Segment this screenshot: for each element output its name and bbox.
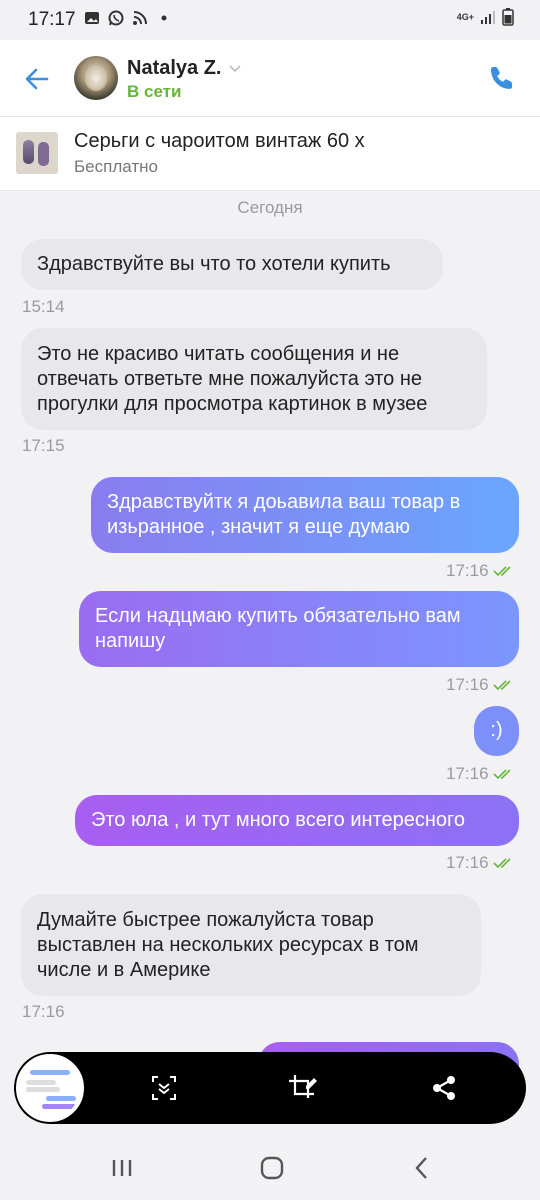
message-time: 15:14 (22, 297, 65, 316)
message-time: 17:16 (446, 675, 489, 694)
message-bubble-incoming[interactable]: Здравствуйте вы что то хотели купить (21, 239, 443, 290)
message-bubble-outgoing[interactable]: :) (474, 706, 519, 756)
message-text: Это не красиво читать сообщения и не отв… (37, 343, 428, 415)
message-bubble-incoming[interactable]: Думайте быстрее пожалуйста товар выставл… (21, 894, 481, 996)
message-text: Это юла , и тут много всего интересного (91, 809, 466, 831)
message-time-row: 17:16 (446, 675, 513, 695)
status-time: 17:17 (28, 9, 76, 30)
message-bubble-outgoing[interactable]: Если надцмаю купить обязательно вам напи… (79, 591, 519, 667)
message-bubble-incoming[interactable]: Это не красиво читать сообщения и не отв… (21, 328, 487, 430)
message-time: 17:16 (446, 853, 489, 872)
avatar[interactable] (74, 56, 118, 100)
message-time: 17:16 (446, 764, 489, 783)
screenshot-toolbar (14, 1052, 526, 1124)
back-nav-icon[interactable] (408, 1154, 436, 1182)
message-time: 17:16 (22, 1002, 65, 1021)
rss-icon (133, 11, 147, 25)
crop-edit-icon[interactable] (286, 1072, 318, 1104)
scroll-capture-icon[interactable] (148, 1072, 180, 1104)
message-time-row: 17:16 (446, 853, 513, 873)
share-icon[interactable] (428, 1072, 460, 1104)
message-time: 17:15 (22, 436, 65, 455)
message-text: Здравствуйте вы что то хотели купить (37, 253, 391, 275)
message-time: 17:16 (446, 561, 489, 580)
back-arrow-icon[interactable] (22, 64, 52, 94)
message-time-row: 17:16 (446, 764, 513, 784)
status-right-icons: 4G+ (457, 8, 514, 26)
network-label: 4G+ (456, 11, 474, 22)
product-thumbnail[interactable] (16, 132, 58, 174)
phone-icon[interactable] (488, 64, 516, 92)
product-bar[interactable]: Серьги с чароитом винтаж 60 х Бесплатно (0, 117, 540, 191)
message-bubble-outgoing[interactable]: Это юла , и тут много всего интересного (75, 795, 519, 846)
double-check-icon (492, 680, 511, 691)
status-bar: 17:17 4G+ (0, 0, 540, 40)
whatsapp-icon (108, 10, 124, 26)
screenshot-thumbnail[interactable] (16, 1054, 84, 1122)
double-check-icon (492, 566, 511, 577)
message-time-row: 17:16 (446, 561, 513, 581)
message-text: Здравствуйтк я доьавила ваш товар в изьр… (107, 491, 461, 538)
message-bubble-outgoing[interactable]: Здравствуйтк я доьавила ваш товар в изьр… (91, 477, 519, 553)
double-check-icon (492, 858, 511, 869)
dot-icon (161, 15, 167, 21)
home-icon[interactable] (258, 1154, 286, 1182)
chevron-down-icon[interactable] (229, 64, 241, 74)
signal-icon (481, 11, 495, 24)
battery-icon (502, 8, 514, 26)
message-text: :) (490, 719, 503, 741)
message-text: Думайте быстрее пожалуйста товар выставл… (37, 909, 419, 981)
message-text: Если надцмаю купить обязательно вам напи… (95, 605, 461, 652)
product-price: Бесплатно (74, 157, 158, 176)
gallery-icon (85, 12, 99, 24)
chat-header: Natalya Z. В сети (0, 40, 540, 117)
navigation-bar (0, 1136, 540, 1200)
notification-icons (84, 10, 172, 26)
date-separator: Сегодня (237, 198, 303, 217)
online-status: В сети (127, 82, 182, 101)
double-check-icon (492, 769, 511, 780)
contact-name[interactable]: Natalya Z. (127, 57, 221, 80)
recent-apps-icon[interactable] (108, 1154, 136, 1182)
product-title[interactable]: Серьги с чароитом винтаж 60 х (74, 130, 365, 153)
